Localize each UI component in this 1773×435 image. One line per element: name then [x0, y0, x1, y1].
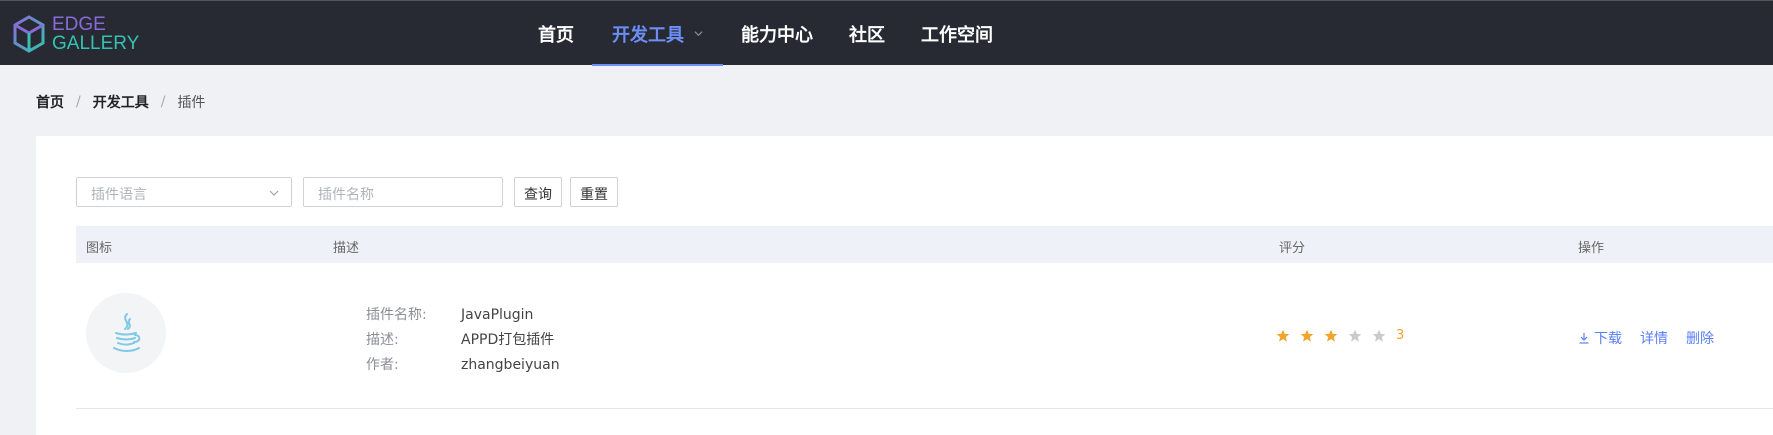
chevron-down-icon — [694, 31, 703, 37]
column-header-description: 描述 — [333, 241, 360, 256]
nav-item-home[interactable]: 首页 — [520, 1, 592, 66]
plugin-desc-label: 描述: — [366, 332, 399, 348]
table-header: 图标 描述 评分 操作 — [76, 226, 1773, 263]
row-actions: 下载 详情 删除 — [1578, 328, 1732, 348]
plugin-name-label: 插件名称: — [366, 307, 427, 323]
brand-line2: GALLERY — [52, 33, 140, 54]
column-header-icon: 图标 — [86, 241, 113, 256]
nav-item-dev-tools[interactable]: 开发工具 — [592, 1, 723, 66]
reset-button[interactable]: 重置 — [570, 177, 618, 207]
star-list — [1276, 329, 1396, 343]
breadcrumb: 首页 / 开发工具 / 插件 — [36, 92, 205, 112]
delete-link[interactable]: 删除 — [1686, 328, 1714, 348]
plugin-name-line: 插件名称: JavaPlugin — [366, 303, 560, 328]
top-navbar: EDGE GALLERY 首页 开发工具 能力中心 社区 工作空间 — [0, 0, 1773, 66]
plugin-desc-line: 描述: APPD打包插件 — [366, 328, 560, 353]
plugin-author-label: 作者: — [366, 357, 399, 373]
breadcrumb-separator: / — [160, 94, 166, 110]
java-icon — [113, 313, 141, 352]
plugin-icon — [86, 293, 166, 373]
plugin-name-input[interactable]: 插件名称 — [303, 177, 503, 207]
rating-stars[interactable]: 3 — [1276, 328, 1404, 343]
star-icon[interactable] — [1348, 329, 1362, 343]
star-icon[interactable] — [1324, 329, 1338, 343]
rating-value: 3 — [1396, 328, 1405, 343]
star-icon[interactable] — [1372, 329, 1386, 343]
plugin-table: 图标 描述 评分 操作 插件名称: JavaPlugin 描述: APPD打包插… — [76, 226, 1773, 409]
brand-text: EDGE GALLERY — [52, 15, 139, 53]
download-button[interactable]: 下载 — [1578, 328, 1622, 348]
brand-line1: EDGE — [52, 14, 106, 35]
column-header-actions: 操作 — [1578, 241, 1605, 256]
query-button[interactable]: 查询 — [514, 177, 562, 207]
cube-logo-icon — [13, 15, 45, 53]
column-header-rating: 评分 — [1279, 241, 1306, 256]
language-select[interactable]: 插件语言 — [76, 177, 292, 207]
filter-bar: 插件语言 插件名称 查询 重置 — [76, 177, 618, 207]
detail-link[interactable]: 详情 — [1640, 328, 1668, 348]
language-select-placeholder: 插件语言 — [91, 187, 147, 203]
breadcrumb-home[interactable]: 首页 — [36, 92, 64, 112]
breadcrumb-separator: / — [76, 94, 81, 110]
download-label: 下载 — [1594, 331, 1622, 347]
plugin-description: 插件名称: JavaPlugin 描述: APPD打包插件 作者: zhangb… — [366, 303, 560, 378]
plugin-author-value: zhangbeiyuan — [461, 357, 560, 373]
plugin-name-value: JavaPlugin — [461, 307, 534, 323]
star-icon[interactable] — [1276, 329, 1290, 343]
star-icon[interactable] — [1300, 329, 1314, 343]
brand-logo[interactable]: EDGE GALLERY — [12, 15, 139, 53]
main-nav: 首页 开发工具 能力中心 社区 工作空间 — [520, 1, 1011, 66]
nav-item-dev-tools-label: 开发工具 — [612, 24, 684, 46]
download-icon — [1579, 333, 1589, 344]
breadcrumb-dev-tools[interactable]: 开发工具 — [93, 92, 149, 112]
nav-item-workspace[interactable]: 工作空间 — [903, 1, 1011, 66]
nav-item-community[interactable]: 社区 — [831, 1, 903, 66]
plugin-author-line: 作者: zhangbeiyuan — [366, 353, 560, 378]
plugin-desc-value: APPD打包插件 — [461, 332, 555, 348]
plugin-list-card: 插件语言 插件名称 查询 重置 图标 描述 评分 操作 插件名称: JavaPl… — [36, 136, 1773, 435]
nav-item-capability-center[interactable]: 能力中心 — [723, 1, 831, 66]
breadcrumb-current: 插件 — [177, 95, 206, 111]
chevron-down-icon — [269, 190, 279, 196]
table-row: 插件名称: JavaPlugin 描述: APPD打包插件 作者: zhangb… — [76, 263, 1773, 409]
